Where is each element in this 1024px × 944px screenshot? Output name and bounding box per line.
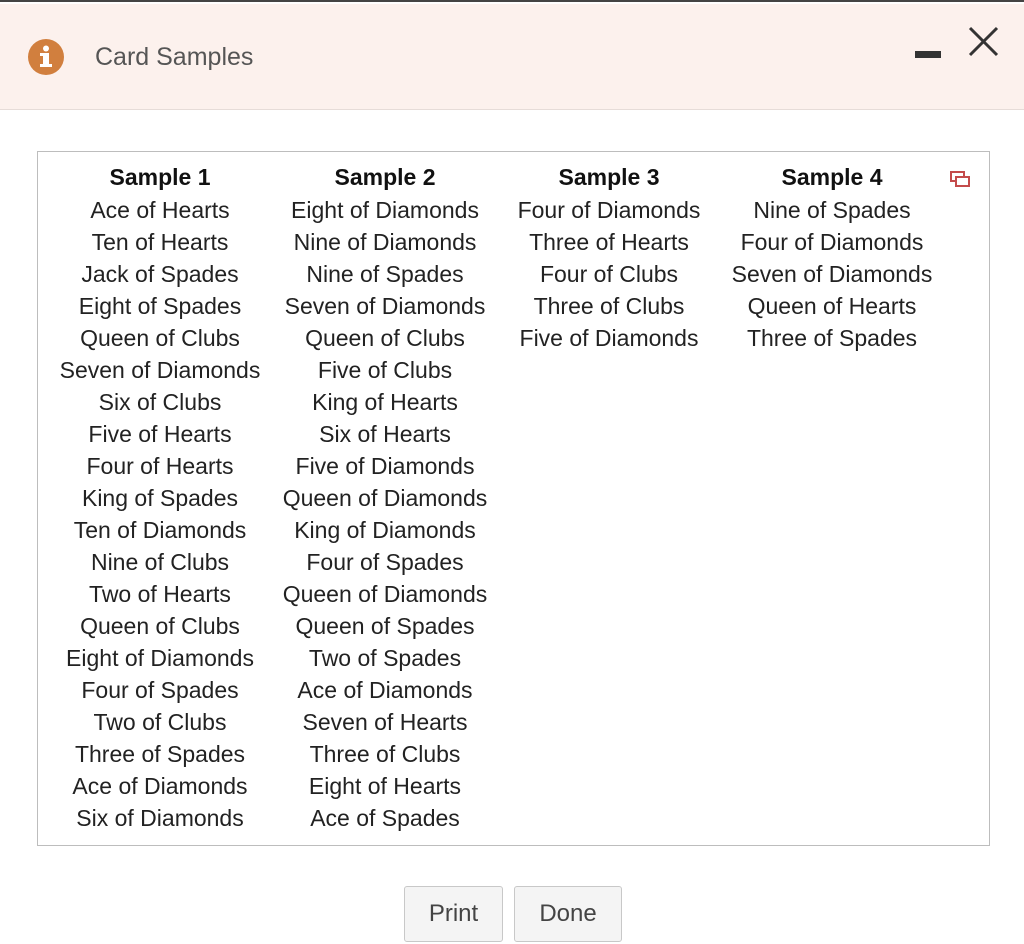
- table-cell: Seven of Diamonds: [284, 293, 486, 319]
- table-cell: Nine of Diamonds: [293, 229, 477, 255]
- dialog-title: Card Samples: [95, 43, 254, 71]
- table-cell: Ace of Diamonds: [72, 773, 248, 799]
- table-cell: Three of Spades: [746, 325, 918, 351]
- table-cell: Nine of Spades: [306, 261, 464, 287]
- table-cell: Seven of Hearts: [302, 709, 468, 735]
- table-cell: Eight of Spades: [78, 293, 242, 319]
- sample-1-column: Sample 1 Ace of Hearts Ten of Hearts Jack …: [40, 160, 280, 834]
- samples-table: Sample 1 Ace of Hearts Ten of Hearts Jack …: [37, 151, 990, 846]
- table-cell: Three of Spades: [74, 741, 246, 767]
- table-cell: Three of Clubs: [309, 741, 461, 767]
- table-cell: Queen of Clubs: [80, 325, 240, 351]
- minimize-icon: [915, 51, 941, 58]
- column-header: Sample 1: [109, 164, 211, 190]
- table-cell: Four of Diamonds: [740, 229, 924, 255]
- table-cell: Five of Diamonds: [519, 325, 699, 351]
- table-cell: Ten of Hearts: [91, 229, 229, 255]
- table-cell: Five of Hearts: [88, 421, 232, 447]
- table-cell: Eight of Hearts: [308, 773, 462, 799]
- sample-3-column: Sample 3 Four of Diamonds Three of Hearts…: [489, 160, 729, 354]
- sample-2-column: Sample 2 Eight of Diamonds Nine of Diamon…: [265, 160, 505, 834]
- close-icon[interactable]: [960, 22, 1008, 66]
- table-cell: Four of Hearts: [86, 453, 234, 479]
- info-icon: [28, 39, 64, 75]
- done-button[interactable]: Done: [514, 886, 622, 942]
- table-cell: Queen of Hearts: [747, 293, 917, 319]
- print-button[interactable]: Print: [404, 886, 503, 942]
- column-cells: Nine of Spades Four of Diamonds Seven of D…: [712, 194, 952, 354]
- table-cell: Jack of Spades: [81, 261, 239, 287]
- table-cell: Seven of Diamonds: [731, 261, 933, 287]
- table-cell: Two of Spades: [308, 645, 462, 671]
- column-header: Sample 3: [558, 164, 660, 190]
- table-cell: Queen of Clubs: [305, 325, 465, 351]
- table-cell: Queen of Spades: [295, 613, 475, 639]
- table-cell: Four of Diamonds: [517, 197, 701, 223]
- table-cell: Eight of Diamonds: [66, 645, 254, 671]
- table-cell: Eight of Diamonds: [291, 197, 479, 223]
- table-cell: Ace of Spades: [310, 805, 460, 831]
- minimize-button[interactable]: [908, 34, 948, 74]
- table-cell: Three of Hearts: [529, 229, 689, 255]
- table-cell: Two of Clubs: [93, 709, 227, 735]
- dialog-titlebar: Card Samples: [0, 4, 1024, 110]
- column-header: Sample 4: [781, 164, 883, 190]
- sample-4-column: Sample 4 Nine of Spades Four of Diamonds S…: [712, 160, 952, 354]
- column-header: Sample 2: [334, 164, 436, 190]
- table-cell: Six of Clubs: [98, 389, 222, 415]
- table-cell: Five of Diamonds: [295, 453, 475, 479]
- table-cell: King of Spades: [81, 485, 238, 511]
- table-cell: Queen of Diamonds: [282, 485, 488, 511]
- table-cell: Seven of Diamonds: [59, 357, 261, 383]
- popout-icon[interactable]: [949, 168, 971, 190]
- table-cell: Four of Spades: [81, 677, 239, 703]
- table-cell: Three of Clubs: [533, 293, 685, 319]
- table-cell: Four of Spades: [306, 549, 464, 575]
- column-cells: Ace of Hearts Ten of Hearts Jack of Spades…: [40, 194, 280, 834]
- table-cell: Two of Hearts: [89, 581, 231, 607]
- table-cell: Ace of Diamonds: [297, 677, 473, 703]
- table-cell: Five of Clubs: [317, 357, 453, 383]
- table-cell: Ten of Diamonds: [73, 517, 247, 543]
- table-cell: King of Diamonds: [294, 517, 476, 543]
- card-samples-dialog: Card Samples Sample 1 Ace of Hearts Ten o…: [0, 0, 1024, 944]
- column-cells: Eight of Diamonds Nine of Diamonds Nine of…: [265, 194, 505, 834]
- table-cell: Ace of Hearts: [90, 197, 230, 223]
- table-cell: King of Hearts: [312, 389, 458, 415]
- table-cell: Nine of Clubs: [90, 549, 230, 575]
- table-cell: Six of Diamonds: [76, 805, 244, 831]
- table-cell: Six of Hearts: [319, 421, 451, 447]
- column-cells: Four of Diamonds Three of Hearts Four of C…: [489, 194, 729, 354]
- table-cell: Nine of Spades: [753, 197, 911, 223]
- table-cell: Queen of Diamonds: [282, 581, 488, 607]
- table-cell: Queen of Clubs: [80, 613, 240, 639]
- table-cell: Four of Clubs: [539, 261, 679, 287]
